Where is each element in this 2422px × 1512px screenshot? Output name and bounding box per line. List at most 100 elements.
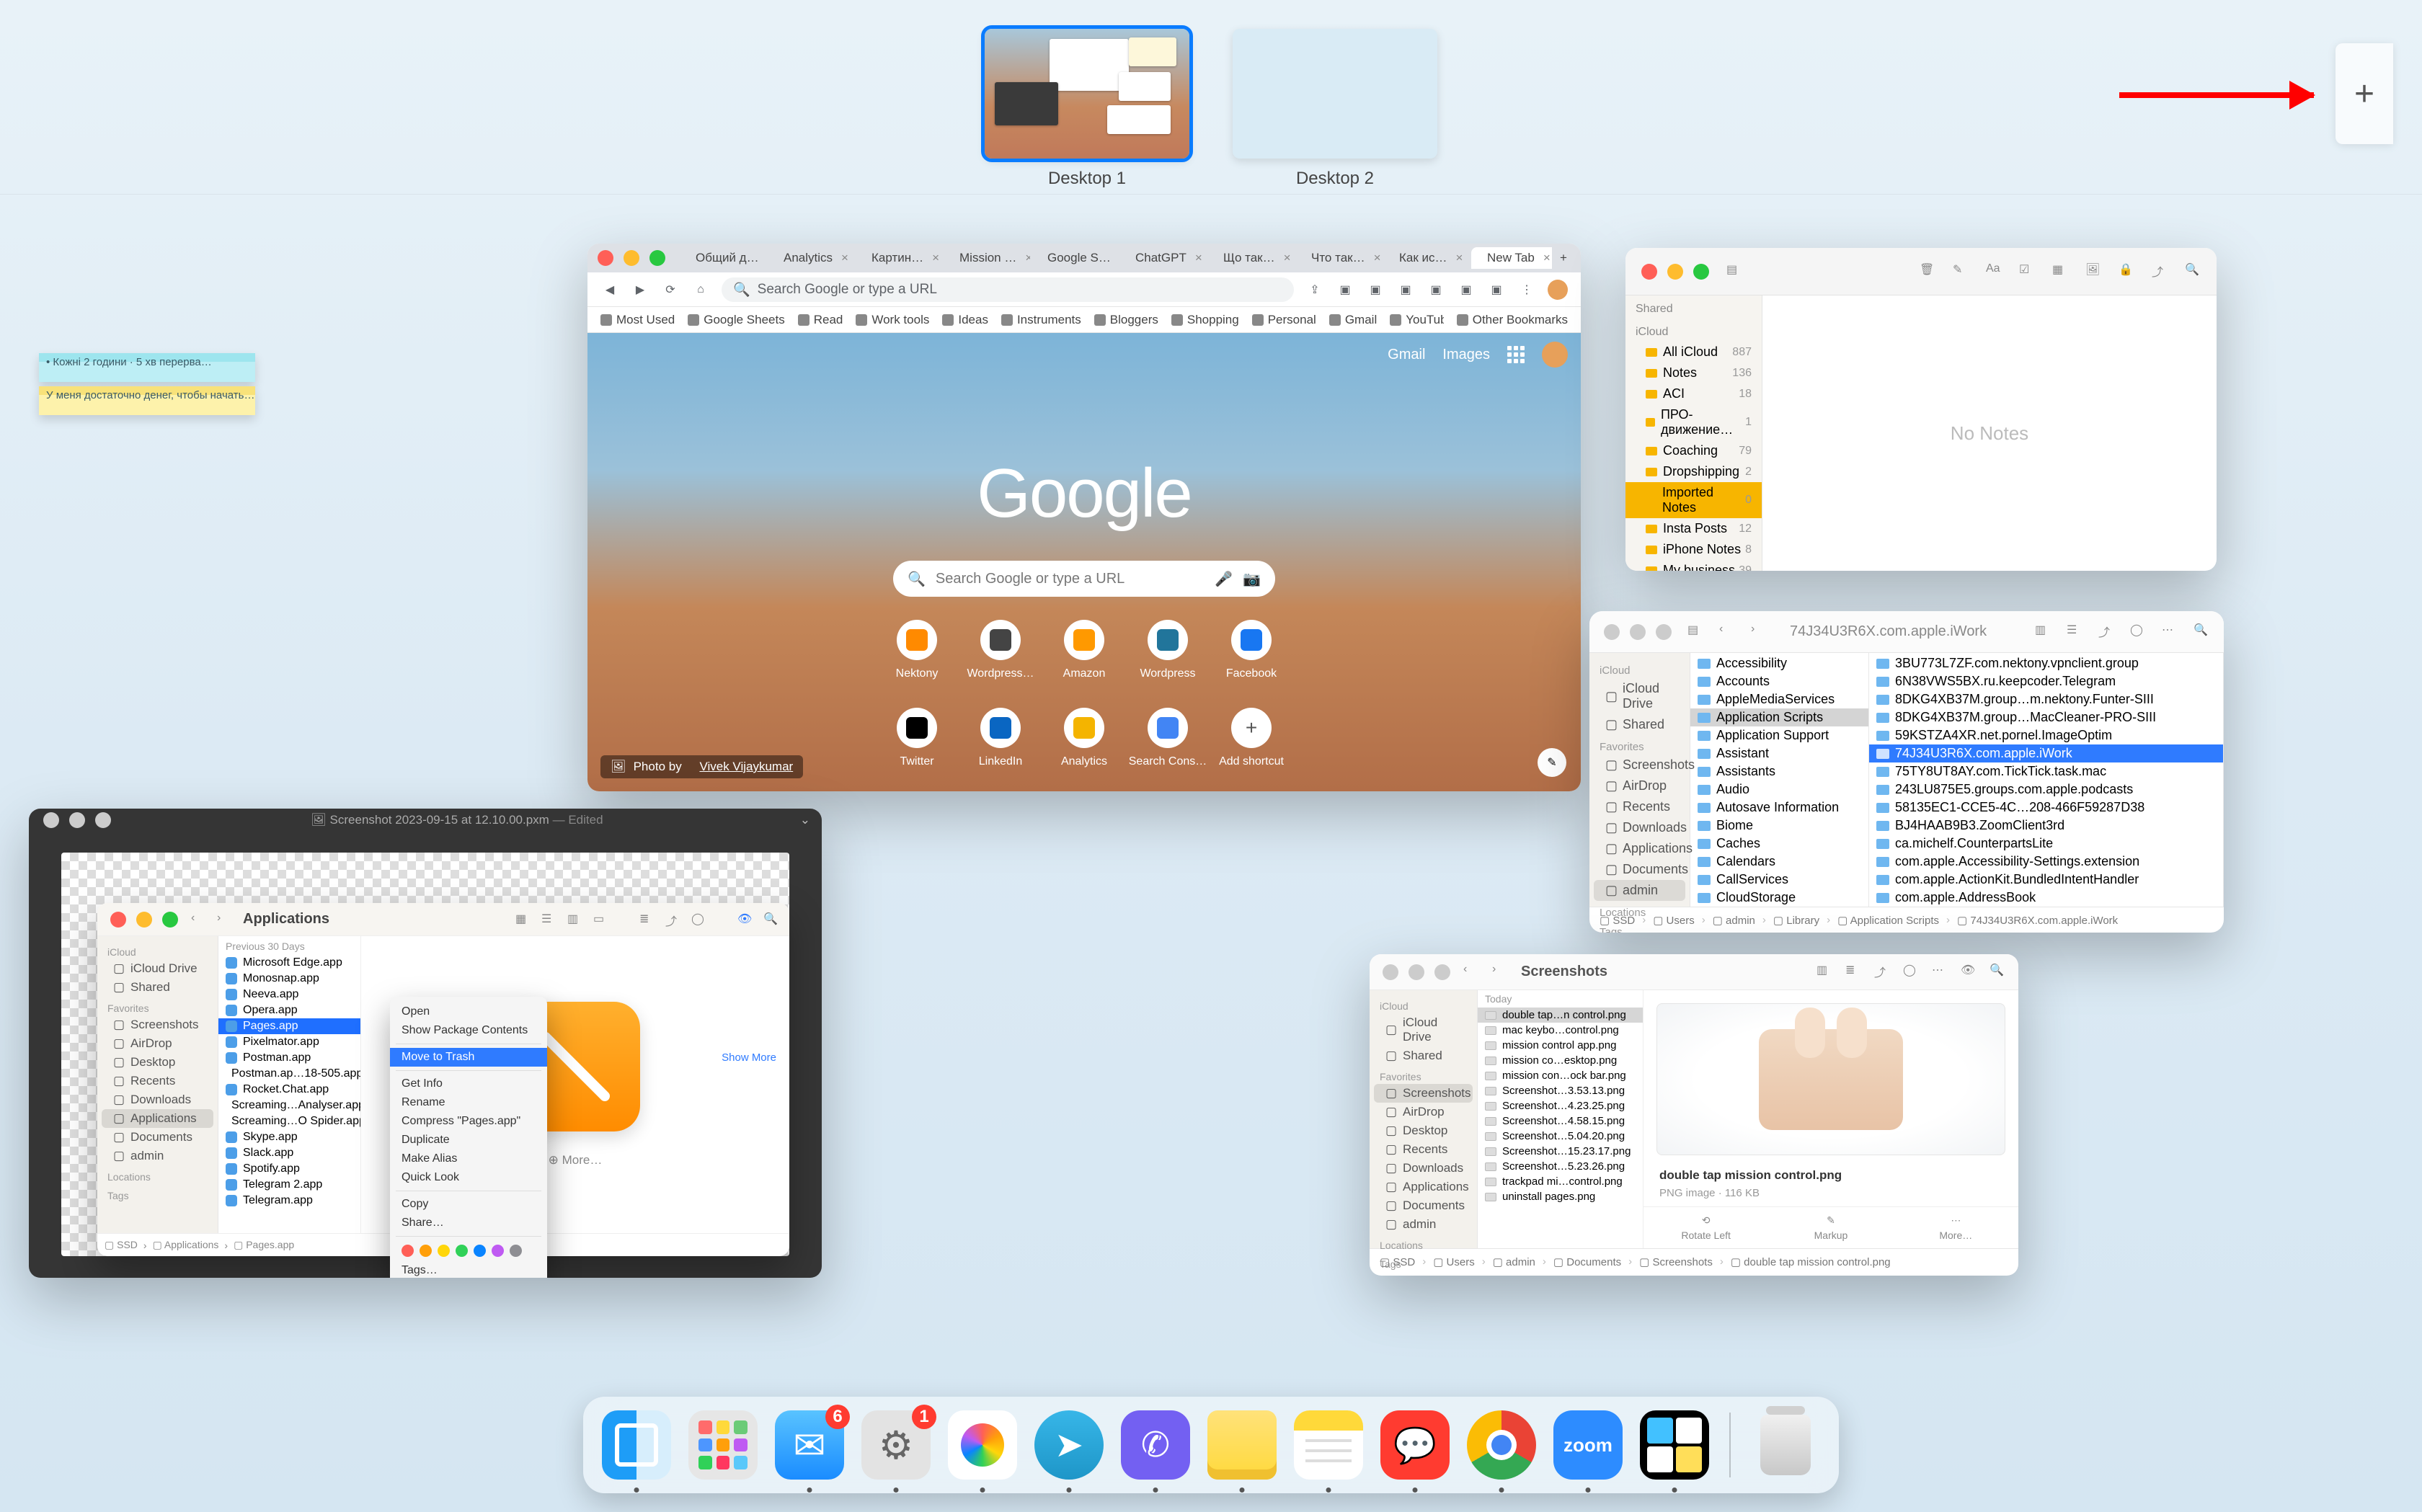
path-segment[interactable]: ▢ Screenshots (1639, 1255, 1713, 1268)
sidebar-item[interactable]: ▢AirDrop (97, 1034, 218, 1053)
list-item[interactable]: 8DKG4XB37M.group…MacCleaner-PRO-SIII (1869, 708, 2223, 726)
zoom-menu[interactable]: ⌄ (800, 813, 810, 827)
mic-icon[interactable]: 🎤 (1215, 570, 1233, 588)
finder-applications-window[interactable]: ‹ › Applications ▦ ☰ ▥ ▭ ≣ ⤴ ◯ 👁 🔍 (97, 903, 789, 1256)
list-item[interactable]: 75TY8UT8AY.com.TickTick.task.mac (1869, 762, 2223, 781)
finder-column[interactable]: AccessibilityAccountsAppleMediaServicesA… (1690, 653, 1869, 907)
notes-folder[interactable]: Coaching79 (1625, 440, 1762, 461)
customize-button[interactable]: ✎ (1538, 748, 1566, 777)
extension-icon[interactable]: ▣ (1396, 280, 1415, 299)
markup-button[interactable]: ✎Markup (1768, 1207, 1893, 1248)
list-item[interactable]: 3BU773L7ZF.com.nektony.vpnclient.group (1869, 654, 2223, 672)
sidebar-toggle-icon[interactable]: ▤ (1726, 262, 1745, 281)
browser-tab[interactable]: Что так…× (1295, 247, 1382, 269)
list-item[interactable]: mission control app.png (1478, 1038, 1643, 1053)
list-item[interactable]: Spotify.app (218, 1161, 360, 1177)
path-segment[interactable]: ▢ Users (1433, 1255, 1475, 1268)
browser-tab[interactable]: Що так…× (1207, 247, 1294, 269)
path-segment[interactable]: ▢ Documents (1553, 1255, 1621, 1268)
funter-icon[interactable]: 👁 (1961, 963, 1979, 982)
minimize-icon[interactable] (1630, 624, 1646, 640)
notes-window[interactable]: ▤ 🗑 ✎ Aa ☑ ▦ 🖼 🔒 ⤴ 🔍 Shared iCloud All i… (1625, 248, 2217, 571)
bookmark-item[interactable]: Google Sheets (688, 313, 784, 327)
back-icon[interactable]: ‹ (191, 912, 207, 928)
sidebar-item[interactable]: ▢admin (1594, 880, 1685, 901)
shortcut-tile[interactable]: Facebook (1213, 620, 1290, 701)
close-icon[interactable] (43, 812, 59, 828)
dock-notes[interactable] (1294, 1410, 1363, 1480)
menu-item[interactable]: Make Alias (390, 1149, 547, 1168)
path-segment[interactable]: ▢ Library (1773, 914, 1819, 927)
close-tab-icon[interactable]: × (1195, 251, 1202, 265)
sidebar-item[interactable]: ▢iCloud Drive (1589, 678, 1690, 714)
minimize-icon[interactable] (136, 912, 152, 928)
media-icon[interactable]: 🖼 (2085, 262, 2104, 281)
bookmark-item[interactable]: Personal (1252, 313, 1316, 327)
sidebar-item[interactable]: ▢Shared (1589, 714, 1690, 735)
list-item[interactable]: 243LU875E5.groups.com.apple.podcasts (1869, 781, 2223, 799)
close-tab-icon[interactable]: × (841, 251, 848, 265)
list-item[interactable]: BJ4HAAB9B3.ZoomClient3rd (1869, 817, 2223, 835)
finder-column[interactable]: 3BU773L7ZF.com.nektony.vpnclient.group6N… (1869, 653, 2224, 907)
view-list-icon[interactable]: ☰ (541, 912, 557, 928)
tag-color[interactable] (438, 1245, 450, 1257)
list-item[interactable]: Caches (1690, 835, 1868, 853)
sidebar-item[interactable]: ▢Documents (1589, 859, 1690, 880)
list-item[interactable]: Assistant (1690, 744, 1868, 762)
path-segment[interactable]: ▢ double tap mission control.png (1731, 1255, 1891, 1268)
close-tab-icon[interactable]: × (1543, 251, 1551, 265)
tag-colors[interactable] (390, 1240, 547, 1261)
dock-finder[interactable] (602, 1410, 671, 1480)
list-item[interactable]: Screenshot…5.04.20.png (1478, 1129, 1643, 1144)
list-item[interactable]: com.apple.AddressBook (1869, 889, 2223, 907)
list-item[interactable]: com.apple.ActionKit.BundledIntentHandler (1869, 871, 2223, 889)
list-item[interactable]: AppleMediaServices (1690, 690, 1868, 708)
share-icon[interactable]: ⤴ (665, 912, 681, 928)
share-icon[interactable]: ⤴ (2098, 623, 2117, 641)
sidebar-toggle-icon[interactable]: ▤ (1687, 623, 1706, 641)
list-item[interactable]: Screenshot…15.23.17.png (1478, 1144, 1643, 1159)
sidebar-item[interactable]: ▢Applications (1589, 838, 1690, 859)
tag-color[interactable] (510, 1245, 522, 1257)
list-item[interactable]: Slack.app (218, 1145, 360, 1161)
zoom-icon[interactable] (1434, 964, 1450, 980)
list-item[interactable]: CallServices (1690, 871, 1868, 889)
menu-item-tags[interactable]: Tags… (390, 1261, 547, 1278)
list-item[interactable]: Screenshot…4.23.25.png (1478, 1098, 1643, 1113)
path-segment[interactable]: ▢ Application Scripts (1837, 914, 1939, 927)
list-item[interactable]: Application Support (1690, 726, 1868, 744)
action-icon[interactable]: ⋯ (2162, 623, 2181, 641)
list-item[interactable]: uninstall pages.png (1478, 1189, 1643, 1204)
list-item[interactable]: Monosnap.app (218, 971, 360, 987)
list-item[interactable]: mission co…esktop.png (1478, 1053, 1643, 1068)
bookmark-item[interactable]: YouTube (1390, 313, 1444, 327)
notes-folder[interactable]: Imported Notes0 (1625, 482, 1762, 518)
dock-mission-control[interactable] (1640, 1410, 1709, 1480)
shortcut-tile[interactable]: Twitter (879, 708, 955, 788)
back-icon[interactable]: ◀ (600, 280, 619, 299)
list-item[interactable]: Biome (1690, 817, 1868, 835)
list-item[interactable]: mac keybo…control.png (1478, 1023, 1643, 1038)
sidebar-item[interactable]: ▢Desktop (1370, 1121, 1477, 1140)
lens-icon[interactable]: 📷 (1243, 570, 1261, 588)
back-icon[interactable]: ‹ (1719, 623, 1738, 641)
list-item[interactable]: Postman.app (218, 1050, 360, 1066)
space-desktop-1[interactable]: Desktop 1 (985, 29, 1189, 194)
images-link[interactable]: Images (1442, 347, 1490, 363)
lock-icon[interactable]: 🔒 (2119, 262, 2137, 281)
list-item[interactable]: double tap…n control.png (1478, 1008, 1643, 1023)
view-columns-icon[interactable]: ▥ (567, 912, 583, 928)
list-item[interactable]: 6N38VWS5BX.ru.keepcoder.Telegram (1869, 672, 2223, 690)
list-item[interactable]: Screenshot…5.23.26.png (1478, 1159, 1643, 1174)
space-desktop-2[interactable]: Desktop 2 (1233, 29, 1437, 194)
list-item[interactable]: Screaming…O Spider.app (218, 1113, 360, 1129)
list-item[interactable]: Screaming…Analyser.app (218, 1098, 360, 1113)
menu-item-show-package[interactable]: Show Package Contents (390, 1021, 547, 1040)
menu-item-open[interactable]: Open (390, 1002, 547, 1021)
dock-photos[interactable] (948, 1410, 1017, 1480)
tag-color[interactable] (402, 1245, 414, 1257)
show-more-link[interactable]: Show More (722, 1051, 776, 1064)
path-segment[interactable]: ▢ Pages.app (234, 1239, 294, 1251)
add-shortcut-tile[interactable]: +Add shortcut (1213, 708, 1290, 788)
zoom-icon[interactable] (1656, 624, 1672, 640)
